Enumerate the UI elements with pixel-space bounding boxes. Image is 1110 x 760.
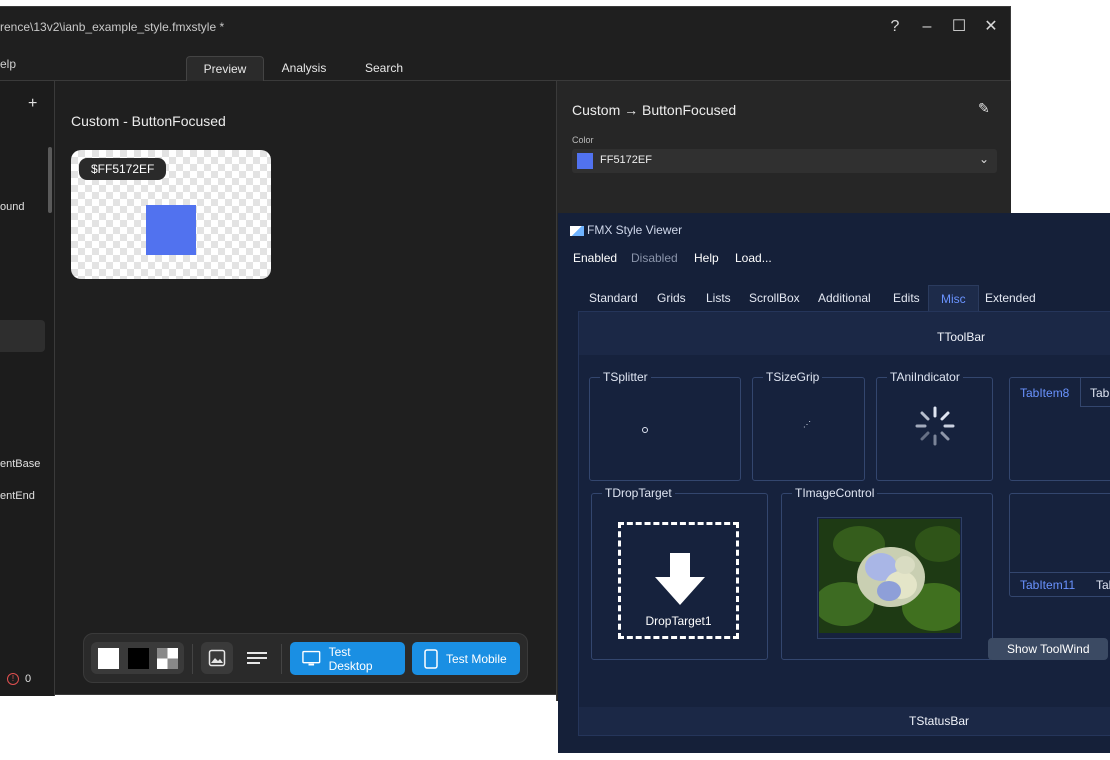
imagecontrol-group-label: TImageControl [792, 486, 878, 500]
imagecontrol-group: TImageControl [781, 486, 993, 660]
tab-standard[interactable]: Standard [589, 291, 638, 305]
drop-target[interactable]: DropTarget1 [618, 522, 739, 639]
toolbar-label: TToolBar [937, 330, 986, 344]
test-mobile-label: Test Mobile [446, 651, 507, 666]
checkered-background-button[interactable] [157, 648, 178, 669]
app-logo-icon [570, 225, 584, 236]
help-icon[interactable]: ? [880, 15, 910, 39]
title-bar: rence\13v2\ianb_example_style.fmxstyle *… [0, 7, 1010, 47]
mobile-icon [424, 648, 438, 669]
tab-item-11[interactable]: TabItem11 [1020, 578, 1075, 592]
tab-grids[interactable]: Grids [657, 291, 686, 305]
tab-extended[interactable]: Extended [985, 291, 1036, 305]
tab-scrollbox[interactable]: ScrollBox [749, 291, 800, 305]
arrow-down-icon [655, 553, 705, 605]
droptarget-group: TDropTarget DropTarget1 [591, 486, 768, 660]
color-preview-card: $FF5172EF [71, 150, 271, 279]
droptarget-group-label: TDropTarget [602, 486, 675, 500]
sidebar: + ound entBase entEnd ! 0 [0, 81, 55, 696]
close-icon[interactable]: ✕ [976, 15, 1006, 39]
tab-preview[interactable]: Preview [186, 56, 264, 81]
desktop-icon [302, 650, 321, 666]
white-background-button[interactable] [98, 648, 119, 669]
viewer-title-bar: FMX Style Viewer [570, 223, 682, 237]
splitter-handle-icon[interactable] [642, 427, 648, 433]
background-toggle-group [91, 642, 184, 674]
tab-lists[interactable]: Lists [706, 291, 731, 305]
tabcontrol-top: TabItem8 Tabl [1009, 377, 1110, 481]
sidebar-item[interactable]: entEnd [0, 490, 35, 502]
preview-toolbar: Test Desktop Test Mobile [83, 633, 528, 683]
viewer-title: FMX Style Viewer [587, 223, 683, 237]
color-select-swatch [577, 153, 593, 169]
color-select[interactable]: FF5172EF ⌄ [572, 149, 997, 173]
menu-disabled[interactable]: Disabled [631, 251, 678, 265]
misc-tab-content: TToolBar TSplitter TSizeGrip ⋰ TAniIndic… [578, 311, 1110, 736]
window-title: rence\13v2\ianb_example_style.fmxstyle * [0, 20, 225, 34]
tab-item-8[interactable]: TabItem8 [1020, 386, 1069, 400]
color-label: Color [572, 135, 594, 145]
test-desktop-button[interactable]: Test Desktop [290, 642, 405, 675]
aniindicator-group: TAniIndicator [876, 370, 993, 481]
size-grip-icon[interactable]: ⋰ [803, 420, 811, 429]
maximize-icon[interactable]: ☐ [944, 15, 974, 39]
error-count: 0 [25, 673, 32, 685]
menu-enabled[interactable]: Enabled [573, 251, 617, 265]
preview-title: Custom - ButtonFocused [71, 113, 226, 129]
edit-pencil-icon[interactable]: ✎ [978, 100, 990, 117]
hydrangea-image [819, 519, 960, 633]
tool-bar: TToolBar [579, 312, 1110, 355]
sidebar-item-selected[interactable] [0, 320, 45, 352]
chevron-down-icon: ⌄ [978, 152, 989, 166]
color-value-badge: $FF5172EF [79, 158, 167, 180]
splitter-group: TSplitter [589, 370, 741, 481]
aniindicator-group-label: TAniIndicator [887, 370, 963, 384]
menu-bar: elp Preview Analysis Search [0, 47, 1010, 81]
show-toolwindow-button[interactable]: Show ToolWind [988, 638, 1108, 660]
tab-analysis[interactable]: Analysis [268, 56, 340, 80]
tab-search[interactable]: Search [348, 56, 420, 80]
tab-item-9[interactable]: Tabl [1090, 386, 1110, 400]
spinner-icon [915, 406, 955, 446]
sizegrip-group-label: TSizeGrip [763, 370, 823, 384]
tab-additional[interactable]: Additional [818, 291, 871, 305]
image-control[interactable] [817, 517, 962, 639]
tab-divider [1010, 572, 1110, 573]
minimize-icon[interactable]: – [912, 15, 942, 39]
test-mobile-button[interactable]: Test Mobile [412, 642, 520, 675]
menu-help[interactable]: Help [694, 251, 719, 265]
tab-item-12[interactable]: Tab [1096, 578, 1110, 592]
image-icon[interactable] [201, 642, 233, 674]
splitter-group-label: TSplitter [600, 370, 651, 384]
properties-title: Custom → ButtonFocused [572, 102, 737, 118]
sizegrip-group: TSizeGrip ⋰ [752, 370, 865, 481]
tab-misc[interactable]: Misc [928, 285, 979, 312]
color-swatch [146, 205, 196, 255]
sidebar-scrollbar[interactable] [48, 147, 52, 213]
color-select-value: FF5172EF [600, 154, 652, 166]
test-desktop-label: Test Desktop [328, 644, 373, 673]
text-lines-icon[interactable] [241, 642, 273, 674]
drop-target-label: DropTarget1 [645, 614, 712, 628]
tab-edits[interactable]: Edits [893, 291, 920, 305]
error-icon: ! [7, 673, 19, 686]
menu-help[interactable]: elp [0, 57, 16, 71]
status-bar: TStatusBar [579, 707, 1110, 735]
sidebar-item[interactable]: ound [0, 201, 24, 213]
add-style-button[interactable]: + [28, 95, 37, 113]
toolbar-divider [192, 644, 193, 674]
black-background-button[interactable] [128, 648, 149, 669]
menu-load[interactable]: Load... [735, 251, 772, 265]
status-bar-label: TStatusBar [909, 714, 970, 728]
tabcontrol-bottom: TabItem11 Tab [1009, 493, 1110, 597]
fmx-style-viewer-window: FMX Style Viewer Enabled Disabled Help L… [558, 213, 1110, 753]
sidebar-item[interactable]: entBase [0, 458, 40, 470]
toolbar-divider [281, 644, 282, 674]
error-status[interactable]: ! 0 [7, 673, 32, 686]
